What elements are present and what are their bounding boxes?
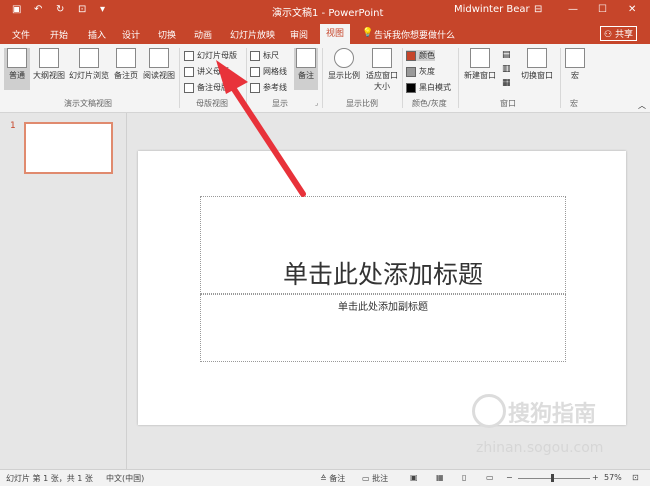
notes-icon: ≙ bbox=[320, 474, 327, 483]
arrow-shaft bbox=[225, 77, 306, 197]
slide-count: 幻灯片 第 1 张，共 1 张 bbox=[6, 474, 93, 483]
notes-status-label: 备注 bbox=[329, 474, 346, 483]
zoom-level[interactable]: 57% bbox=[604, 473, 622, 482]
reading-view-status-icon[interactable]: ▯ bbox=[462, 473, 466, 482]
normal-view-status-icon[interactable]: ▣ bbox=[410, 473, 418, 482]
notes-toggle[interactable]: ≙ 备注 bbox=[320, 473, 345, 484]
zoom-slider-thumb[interactable] bbox=[551, 474, 554, 482]
arrow-head bbox=[216, 60, 248, 94]
slide-sorter-status-icon[interactable]: ▦ bbox=[436, 473, 444, 482]
status-bar: 幻灯片 第 1 张，共 1 张 中文(中国) ≙ 备注 ▭ 批注 ▣ ▦ ▯ ▭… bbox=[0, 469, 650, 486]
language-indicator[interactable]: 中文(中国) bbox=[106, 473, 144, 484]
zoom-slider[interactable] bbox=[518, 478, 590, 479]
zoom-out-button[interactable]: − bbox=[506, 473, 513, 482]
fit-slide-icon[interactable]: ⊡ bbox=[632, 473, 639, 482]
slideshow-status-icon[interactable]: ▭ bbox=[486, 473, 494, 482]
zoom-in-button[interactable]: + bbox=[592, 473, 599, 482]
comments-toggle[interactable]: ▭ 批注 bbox=[362, 473, 388, 484]
comments-status-label: 批注 bbox=[372, 474, 389, 483]
annotation-arrow bbox=[216, 60, 306, 197]
comment-icon: ▭ bbox=[362, 474, 370, 483]
